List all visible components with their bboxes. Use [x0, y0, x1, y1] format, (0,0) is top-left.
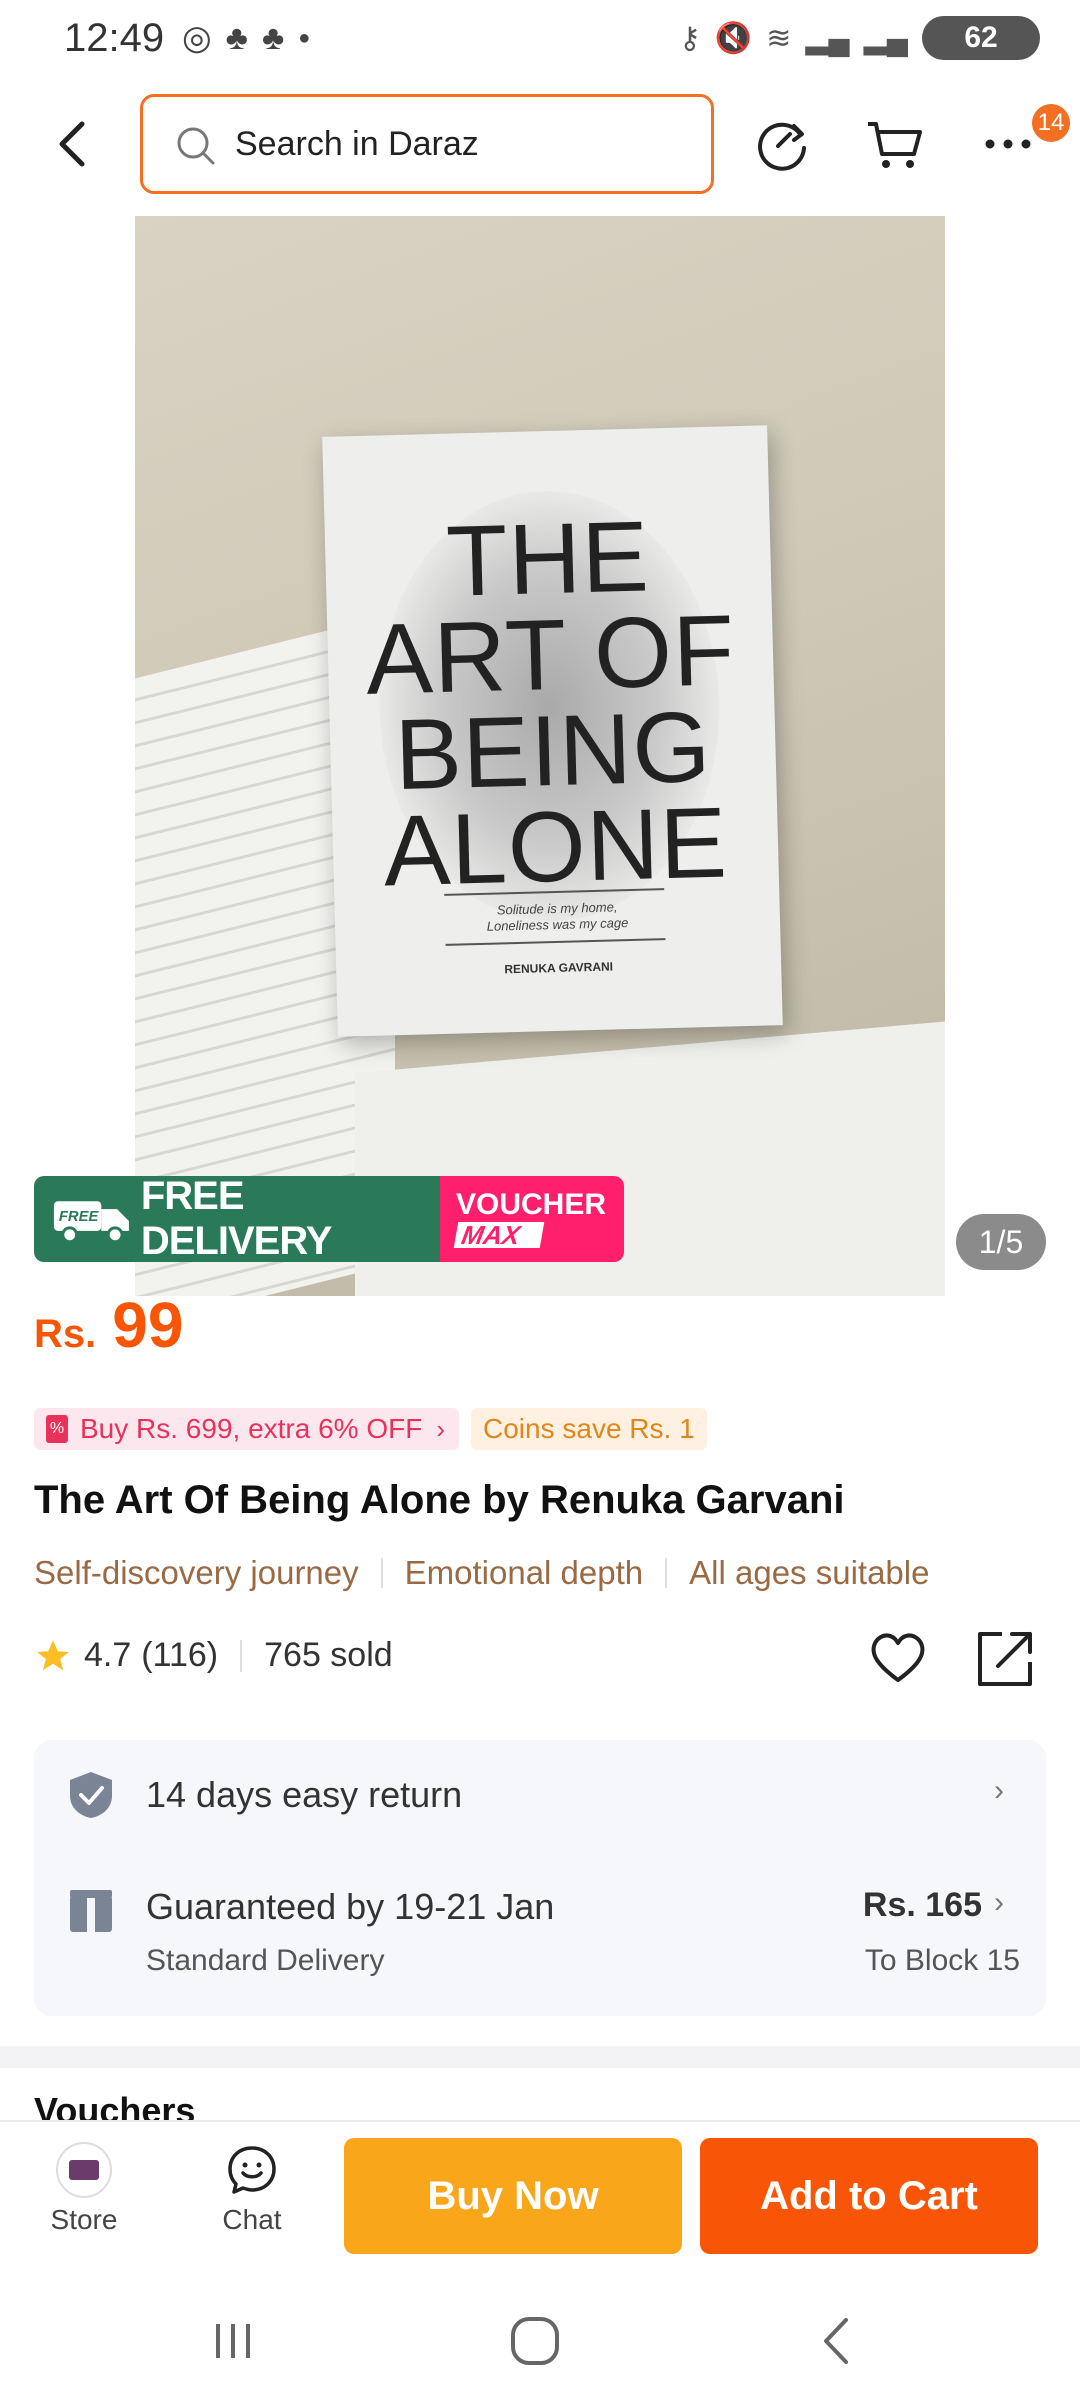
chat-button[interactable]: Chat [204, 2142, 300, 2236]
back-arrow-icon[interactable] [44, 114, 104, 174]
image-counter: 1/5 [956, 1214, 1046, 1270]
price-value: 99 [112, 1289, 184, 1361]
search-input[interactable]: Search in Daraz [140, 94, 714, 194]
history-icon[interactable] [750, 112, 814, 176]
notification-badge: 14 [1032, 104, 1070, 142]
search-placeholder: Search in Daraz [235, 125, 479, 163]
home-icon[interactable] [500, 2306, 570, 2376]
discount-ticket-icon: % [46, 1415, 68, 1443]
product-title: The Art Of Being Alone by Renuka Garvani [34, 1478, 845, 1522]
sold-count: 765 sold [264, 1636, 393, 1674]
bundle-deal-tag[interactable]: % Buy Rs. 699, extra 6% OFF › [34, 1408, 460, 1450]
return-policy-label: 14 days easy return [146, 1774, 463, 1815]
store-logo-icon [56, 2142, 112, 2198]
delivery-fee: Rs. 165 [862, 1886, 982, 1924]
signal-icon: ▂▄ [805, 21, 850, 55]
top-header: Search in Daraz 14 [0, 92, 1080, 196]
package-icon [70, 1890, 112, 1932]
free-delivery-label: FREE DELIVERY [140, 1176, 333, 1262]
delivery-row[interactable]: Guaranteed by 19-21 Jan Standard Deliver… [34, 1850, 1046, 2016]
battery-indicator: 62 [922, 16, 1040, 60]
system-icons: ⚷ 🔇 ≋ ▂▄ ▂▄ 62 [679, 16, 1040, 60]
shield-check-icon [70, 1772, 112, 1818]
search-icon [177, 127, 215, 165]
section-divider [0, 2046, 1080, 2068]
snapchat-icon: ♣ [225, 18, 248, 57]
delivery-destination: To Block 15 [864, 1944, 1020, 1977]
add-to-cart-button[interactable]: Add to Cart [700, 2138, 1038, 2254]
store-label: Store [50, 2204, 118, 2235]
heart-icon[interactable] [866, 1626, 930, 1690]
promo-banner: FREE FREE DELIVERY VOUCHER MAX [34, 1176, 624, 1262]
return-policy-row[interactable]: 14 days easy return › [34, 1740, 1046, 1850]
product-highlights: Self-discovery journey Emotional depth A… [34, 1554, 1054, 1592]
recent-apps-icon[interactable] [198, 2306, 268, 2376]
chat-smile-icon [228, 2146, 276, 2194]
mute-icon: 🔇 [714, 21, 753, 55]
voucher-max-label: MAX [453, 1220, 545, 1250]
rating-row[interactable]: 4.7 (116) 765 sold [34, 1636, 393, 1675]
coins-tag: Coins save Rs. 1 [471, 1408, 707, 1450]
delivery-type: Standard Delivery [146, 1944, 385, 1977]
highlight-item: All ages suitable [689, 1554, 930, 1591]
bottom-action-bar: Store Chat Buy Now Add to Cart [0, 2120, 1080, 2270]
rating-score: 4.7 [84, 1636, 132, 1674]
store-button[interactable]: Store [36, 2142, 132, 2236]
buy-now-button[interactable]: Buy Now [344, 2138, 682, 2254]
dot-icon: ● [298, 26, 311, 49]
back-nav-icon[interactable] [802, 2306, 872, 2376]
notification-icons: ◎ ♣ ♣ ● [182, 18, 310, 58]
cart-icon[interactable] [862, 112, 926, 176]
chevron-right-icon: › [994, 1886, 1004, 1919]
instagram-icon: ◎ [182, 19, 212, 57]
more-options-icon[interactable] [976, 112, 1040, 176]
chevron-right-icon: › [994, 1774, 1004, 1807]
product-image-gallery[interactable]: THE ART OF BEING ALONE Solitude is my ho… [135, 216, 945, 1296]
snapchat-icon: ♣ [261, 18, 285, 57]
service-card: 14 days easy return › Guaranteed by 19-2… [34, 1740, 1046, 2016]
highlight-item: Self-discovery journey [34, 1554, 359, 1591]
price: Rs. 99 [34, 1288, 183, 1362]
svg-text:FREE: FREE [59, 1209, 100, 1225]
vpn-key-icon: ⚷ [678, 21, 701, 55]
bundle-deal-label: Buy Rs. 699, extra 6% OFF [80, 1413, 423, 1444]
book-cover-image: THE ART OF BEING ALONE Solitude is my ho… [322, 425, 783, 1037]
voucher-label: VOUCHER [456, 1188, 607, 1221]
price-currency: Rs. [34, 1312, 97, 1356]
highlight-item: Emotional depth [404, 1554, 644, 1591]
book-cover-author: RENUKA GAVRANI [504, 959, 614, 977]
chat-label: Chat [222, 2204, 282, 2235]
book-cover-title: THE ART OF BEING ALONE [364, 500, 737, 908]
coins-label: Coins save Rs. 1 [483, 1413, 695, 1444]
star-icon [37, 1639, 69, 1670]
delivery-truck-icon: FREE [53, 1201, 129, 1244]
rating-count: (116) [141, 1636, 219, 1674]
wifi-icon: ≋ [766, 21, 792, 55]
promo-tags: % Buy Rs. 699, extra 6% OFF › Coins save… [34, 1408, 707, 1450]
signal-icon: ▂▄ [863, 21, 908, 55]
chevron-right-icon: › [436, 1413, 446, 1444]
vouchers-section-title: Vouchers [34, 2090, 196, 2120]
status-time: 12:49 [64, 16, 165, 60]
delivery-guarantee: Guaranteed by 19-21 Jan [146, 1886, 555, 1927]
system-nav-bar [0, 2280, 1080, 2400]
status-bar: 12:49 ◎ ♣ ♣ ● ⚷ 🔇 ≋ ▂▄ ▂▄ 62 [0, 0, 1080, 80]
share-icon[interactable] [974, 1626, 1038, 1690]
